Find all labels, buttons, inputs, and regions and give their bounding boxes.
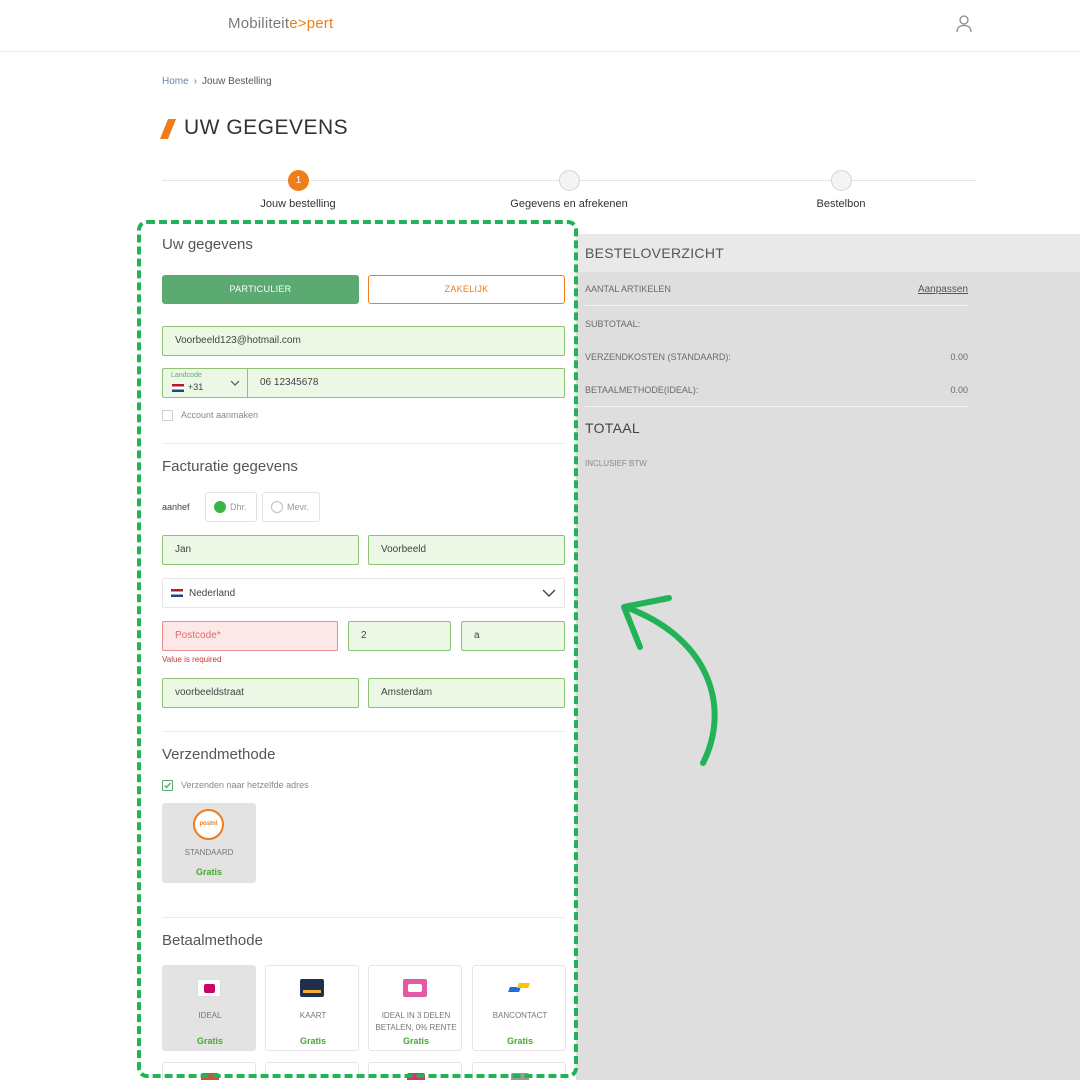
phone-code-label: Landcode xyxy=(171,372,202,379)
site-header: Mobiliteite>pert xyxy=(0,0,1080,52)
section-divider xyxy=(162,443,565,444)
step-1-label: Jouw bestelling xyxy=(260,198,336,210)
country-select-value: Nederland xyxy=(189,588,236,599)
step-2-indicator xyxy=(559,170,580,191)
chevron-down-icon xyxy=(542,589,556,597)
radio-unselected-icon xyxy=(271,501,283,513)
bancontact-icon xyxy=(507,979,531,997)
payment-method-name: KAART xyxy=(299,1011,327,1020)
same-address-checkbox[interactable] xyxy=(162,780,173,791)
salutation-label: aanhef xyxy=(162,502,190,512)
curved-arrow-icon xyxy=(621,595,718,766)
payment-method-card-partial[interactable] xyxy=(368,1062,462,1080)
summary-payment-label: BETAALMETHODE(IDEAL): xyxy=(585,385,699,395)
summary-edit-link[interactable]: Aanpassen xyxy=(918,284,968,295)
create-account-checkbox[interactable] xyxy=(162,410,173,421)
payment-method-kaart[interactable]: KAART Gratis xyxy=(265,965,359,1051)
payment-method-price: Gratis xyxy=(402,1036,429,1046)
breadcrumb-home-link[interactable]: Home xyxy=(162,76,189,87)
payment-section-title: Betaalmethode xyxy=(162,932,263,949)
section-divider xyxy=(162,917,565,918)
payment-logo-icon xyxy=(511,1073,529,1080)
last-name-field[interactable]: Voorbeeld xyxy=(368,535,565,565)
page-title: UW GEGEVENS xyxy=(184,116,349,139)
shipping-method-card[interactable]: postnl STANDAARD Gratis xyxy=(162,803,256,883)
step-1-indicator: 1 xyxy=(288,170,309,191)
create-account-label: Account aanmaken xyxy=(181,410,259,420)
summary-shipping-label: VERZENDKOSTEN (STANDAARD): xyxy=(585,352,731,362)
logo-accent-text: e>pert xyxy=(289,15,334,32)
logo-main-text: Mobiliteit xyxy=(228,15,290,32)
house-addition-field[interactable]: a xyxy=(461,621,565,651)
order-summary-title: BESTELOVERZICHT xyxy=(585,245,725,261)
city-field[interactable]: Amsterdam xyxy=(368,678,565,708)
radio-selected-icon xyxy=(214,501,226,513)
summary-divider xyxy=(585,406,969,407)
payment-method-price: Gratis xyxy=(196,1036,223,1046)
summary-shipping-value: 0.00 xyxy=(950,352,968,362)
payment-method-price: Gratis xyxy=(299,1036,326,1046)
ideal-icon xyxy=(197,979,221,997)
summary-payment-value: 0.00 xyxy=(950,385,968,395)
step-3-label: Bestelbon xyxy=(816,198,866,210)
section-divider xyxy=(162,731,565,732)
first-name-field[interactable]: Jan xyxy=(162,535,359,565)
payment-method-name: IDEAL xyxy=(198,1011,222,1020)
payment-method-ideal-in3[interactable]: IDEAL IN 3 DELEN BETALEN, 0% RENTE Grati… xyxy=(368,965,462,1051)
country-select[interactable]: Nederland xyxy=(162,578,565,608)
zakelijk-button[interactable]: ZAKELIJK xyxy=(368,275,565,304)
summary-vat-label: INCLUSIEF BTW xyxy=(585,459,647,468)
particulier-button[interactable]: PARTICULIER xyxy=(162,275,359,304)
payment-method-ideal[interactable]: IDEAL Gratis xyxy=(162,965,256,1051)
phone-code-value: +31 xyxy=(188,382,204,392)
salutation-option-label: Mevr. xyxy=(287,502,310,512)
step-3-indicator xyxy=(831,170,852,191)
summary-subtotal-label: SUBTOTAAL: xyxy=(585,319,641,329)
user-icon[interactable] xyxy=(954,14,974,34)
payment-method-card-partial[interactable] xyxy=(472,1062,566,1080)
title-accent-slash xyxy=(159,119,177,139)
ideal-in3-icon xyxy=(403,979,427,997)
payment-method-name: BANCONTACT xyxy=(492,1011,548,1020)
postcode-error-message: Value is required xyxy=(162,655,222,664)
street-field[interactable]: voorbeeldstraat xyxy=(162,678,359,708)
payment-logo-icon xyxy=(201,1073,219,1080)
summary-items-label: AANTAL ARTIKELEN xyxy=(585,284,671,294)
house-number-field[interactable]: 2 xyxy=(348,621,451,651)
salutation-option-label: Dhr. xyxy=(230,502,247,512)
payment-method-card-partial[interactable] xyxy=(162,1062,256,1080)
phone-number-field[interactable]: 06 12345678 xyxy=(247,368,565,398)
postnl-logo-icon: postnl xyxy=(193,809,224,840)
payment-method-bancontact[interactable]: BANCONTACT Gratis xyxy=(472,965,566,1051)
payment-method-price: Gratis xyxy=(506,1036,533,1046)
same-address-label: Verzenden naar hetzelfde adres xyxy=(181,780,309,790)
order-summary-header: BESTELOVERZICHT xyxy=(576,234,1080,272)
salutation-option-mevr[interactable]: Mevr. xyxy=(262,492,320,522)
netherlands-flag-icon xyxy=(171,589,183,597)
chevron-down-icon xyxy=(230,380,240,386)
postcode-field[interactable]: Postcode* xyxy=(162,621,338,651)
card-icon xyxy=(300,979,324,997)
summary-total-label: TOTAAL xyxy=(585,420,640,436)
payment-logo-icon xyxy=(407,1073,425,1080)
shipping-section-title: Verzendmethode xyxy=(162,746,276,763)
breadcrumb: Home › Jouw Bestelling xyxy=(162,76,272,87)
summary-divider xyxy=(585,305,969,306)
netherlands-flag-icon xyxy=(172,384,184,392)
payment-method-card-partial[interactable] xyxy=(265,1062,359,1080)
salutation-option-dhr[interactable]: Dhr. xyxy=(205,492,257,522)
billing-section-title: Facturatie gegevens xyxy=(162,458,298,475)
checkmark-icon xyxy=(164,782,172,789)
phone-country-code-select[interactable]: Landcode +31 xyxy=(162,368,248,398)
site-logo[interactable]: Mobiliteite>pert xyxy=(228,15,333,32)
email-field[interactable]: Voorbeeld123@hotmail.com xyxy=(162,326,565,356)
step-2-label: Gegevens en afrekenen xyxy=(510,198,628,210)
breadcrumb-separator: › xyxy=(193,76,198,87)
breadcrumb-current: Jouw Bestelling xyxy=(202,76,272,87)
shipping-method-name: STANDAARD xyxy=(184,848,234,857)
customer-section-title: Uw gegevens xyxy=(162,236,253,253)
payment-method-name: IDEAL IN 3 DELEN BETALEN, 0% RENTE xyxy=(375,1011,457,1032)
shipping-method-price: Gratis xyxy=(195,867,222,877)
